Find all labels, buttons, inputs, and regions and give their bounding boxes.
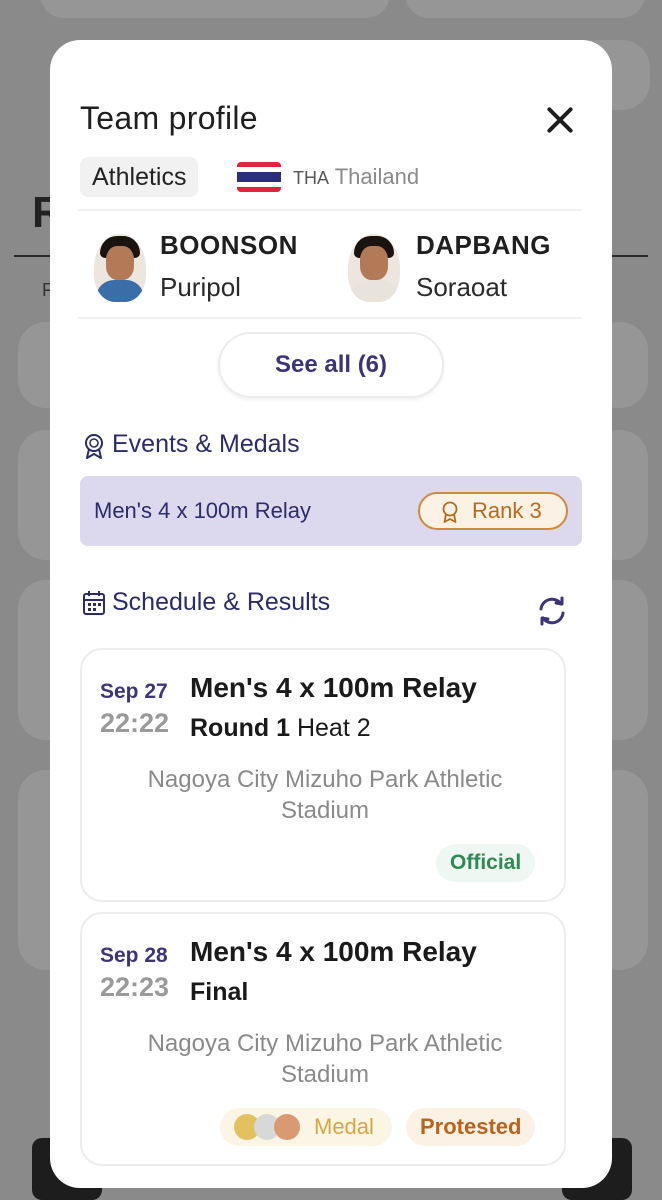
event-medal-row[interactable]: Men's 4 x 100m Relay Rank 3 [80,476,582,546]
event-name: Men's 4 x 100m Relay [94,498,311,523]
schedule-card[interactable]: Sep 27 22:22 Men's 4 x 100m Relay Round … [80,648,566,902]
rank-badge: Rank 3 [418,492,568,530]
avatar [348,234,400,302]
country-code: THA [293,168,329,188]
modal-title: Team profile [80,100,258,136]
schedule-date: Sep 27 [100,680,168,703]
country-name: Thailand [334,164,420,189]
schedule-date: Sep 28 [100,944,168,967]
schedule-time: 22:23 [100,972,170,1002]
avatar [94,234,146,302]
bronze-medal-icon [274,1114,300,1140]
schedule-time: 22:22 [100,708,170,738]
round-label: Round 1 [190,714,290,742]
medal-label: Medal [314,1114,374,1139]
athlete-last-name: DAPBANG [416,230,551,260]
divider [78,317,582,319]
schedule-card[interactable]: Sep 28 22:23 Men's 4 x 100m Relay Final … [80,912,566,1166]
see-all-button[interactable]: See all (6) [218,332,444,398]
medal-chip: Medal [220,1108,392,1146]
heat-label: Heat 2 [296,714,371,742]
medal-icon [85,434,103,459]
close-icon[interactable] [540,100,580,140]
team-profile-modal: Team profile Athletics THA Thailand BOON… [50,40,612,1188]
status-badge: Protested [406,1108,536,1146]
athlete-first-name: Puripol [160,272,241,302]
divider [78,209,582,211]
events-medals-title: Events & Medals [112,430,300,458]
rank-label: Rank 3 [472,498,542,523]
schedule-event: Men's 4 x 100m Relay [190,672,477,703]
background-card [40,0,390,18]
thailand-flag-icon [237,162,281,192]
sport-chip: Athletics [80,157,199,197]
background-card [405,0,645,18]
athlete-last-name: BOONSON [160,230,298,260]
schedule-round: Round 1 Heat 2 [190,714,371,743]
round-label: Final [190,978,249,1006]
status-badge: Official [436,844,536,882]
refresh-icon[interactable] [536,595,568,627]
schedule-round: Final [190,978,248,1007]
medal-icon [442,501,458,523]
calendar-icon [83,591,105,615]
schedule-results-title: Schedule & Results [112,588,331,616]
country-label: THA Thailand [293,164,419,190]
schedule-venue: Nagoya City Mizuho Park Athletic Stadium [147,766,503,824]
schedule-event: Men's 4 x 100m Relay [190,936,477,967]
athlete-first-name: Soraoat [416,272,508,302]
schedule-venue: Nagoya City Mizuho Park Athletic Stadium [147,1030,503,1088]
